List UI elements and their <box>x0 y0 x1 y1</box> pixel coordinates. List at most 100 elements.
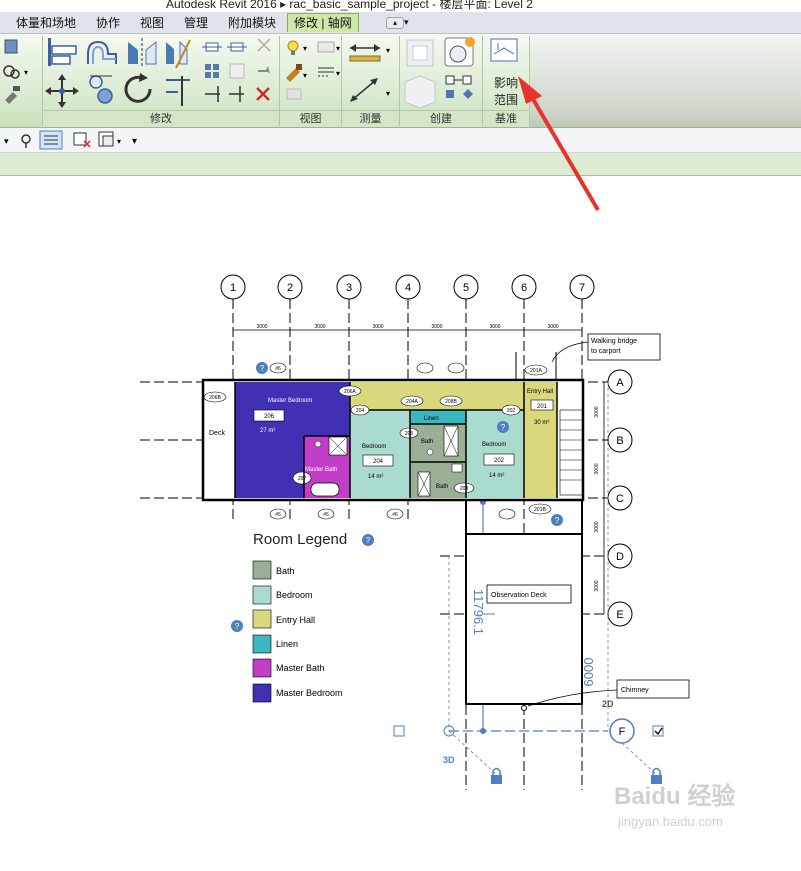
svg-text:?: ? <box>235 622 240 631</box>
customize-toolbar-icon[interactable]: ▾ <box>132 136 137 147</box>
rotate-icon[interactable] <box>124 73 152 103</box>
panel-label-modify: 修改 <box>43 110 279 127</box>
chevron-down-icon[interactable]: ▾ <box>404 13 409 31</box>
move-small-icon[interactable] <box>202 42 222 52</box>
ribbon-tab-bar: 体量和场地 协作 视图 管理 附加模块 修改 | 轴网 ▴ ▾ <box>0 12 801 34</box>
room-tag: 204A <box>406 399 418 405</box>
array-icon[interactable] <box>205 64 219 78</box>
grid-label: 3 <box>346 282 352 294</box>
tab-massing-site[interactable]: 体量和场地 <box>16 14 76 32</box>
mirror-draw-icon[interactable] <box>166 39 191 69</box>
trim-extend-icon[interactable] <box>166 76 190 106</box>
legend-swatch <box>252 658 272 678</box>
floor-plan-view[interactable]: 1 2 3 4 5 6 7 3000 3000 3000 3000 3000 3… <box>0 176 801 866</box>
room-area: 14 m² <box>368 474 383 480</box>
show-bubble-checkbox[interactable] <box>652 725 664 737</box>
question-icon[interactable]: ? <box>551 514 563 526</box>
dimension-text: 3000 <box>314 324 325 330</box>
label-2d[interactable]: 2D <box>602 699 614 709</box>
create-similar-icon[interactable] <box>444 37 475 67</box>
question-icon[interactable]: ? <box>231 620 243 632</box>
properties-icon[interactable]: ▾ <box>3 65 28 79</box>
split-icon[interactable] <box>205 86 220 102</box>
thin-lines-icon[interactable] <box>39 130 63 150</box>
legend-item: Master Bath <box>252 658 325 678</box>
measure-distance-icon[interactable]: ▾ <box>349 44 390 62</box>
room-linen[interactable]: Linen <box>410 410 466 424</box>
legend-title: Room Legend <box>253 531 347 548</box>
callout-walking-bridge[interactable]: Walking bridge to carport <box>551 333 661 363</box>
label-3d[interactable]: 3D <box>443 755 455 765</box>
lock-icon[interactable] <box>448 730 502 784</box>
scope-box-label-line1[interactable]: 影响 <box>494 74 518 91</box>
aligned-dimension-icon[interactable]: ▾ <box>350 78 390 102</box>
room-bedroom-202[interactable]: Bedroom 202 14 m² <box>466 410 524 498</box>
svg-text:▾: ▾ <box>303 44 307 53</box>
grid-label: E <box>616 609 623 621</box>
legend-swatch <box>252 609 272 629</box>
split-gap-icon[interactable] <box>229 86 244 102</box>
legend-swatch <box>252 683 272 703</box>
room-tag: 201A <box>530 368 542 374</box>
select-icon[interactable] <box>4 39 18 54</box>
svg-text:?: ? <box>260 364 265 373</box>
question-icon[interactable]: ? <box>256 362 268 374</box>
scope-box-icon[interactable] <box>490 38 518 62</box>
tab-modify-grid[interactable]: 修改 | 轴网 <box>287 13 359 32</box>
delete-icon[interactable] <box>256 87 270 101</box>
hammer-icon[interactable] <box>5 86 20 104</box>
room-name: Linen <box>424 416 439 422</box>
panel-label-view: 视图 <box>280 110 341 127</box>
callout-text: to carport <box>591 348 621 355</box>
drawing-canvas[interactable]: 1 2 3 4 5 6 7 3000 3000 3000 3000 3000 3… <box>0 176 801 866</box>
pattern-icon[interactable]: ▾ <box>317 41 340 53</box>
question-icon[interactable]: ? <box>362 534 374 546</box>
dimension-text: 3000 <box>489 324 500 330</box>
align-icon[interactable] <box>48 38 77 66</box>
room-tag: 208B <box>445 399 457 405</box>
callout-text: Walking bridge <box>591 338 637 345</box>
mirror-axis-icon[interactable] <box>128 38 157 68</box>
pin-icon[interactable] <box>258 66 270 74</box>
chevron-down-icon[interactable]: ▾ <box>4 136 9 146</box>
parts-icon <box>404 75 436 109</box>
legend-label: Linen <box>276 639 298 649</box>
ribbon-minimize-button[interactable]: ▴ <box>386 17 404 29</box>
copy-icon[interactable] <box>89 75 113 104</box>
svg-text:▾: ▾ <box>132 136 137 147</box>
move-icon[interactable] <box>45 74 79 108</box>
switch-windows-icon[interactable]: ▾ <box>98 131 121 147</box>
close-hidden-icon[interactable] <box>73 132 91 148</box>
grid-label: 1 <box>230 282 236 294</box>
room-name: Master Bedroom <box>268 398 312 404</box>
room-bath-203[interactable]: Bath 203 <box>410 462 475 498</box>
tab-addins[interactable]: 附加模块 <box>228 14 276 32</box>
dimension-text: 3000 <box>256 324 267 330</box>
tab-collaborate[interactable]: 协作 <box>96 14 120 32</box>
copy-small-icon[interactable] <box>227 42 247 52</box>
paint-brush-icon[interactable]: ▾ <box>286 64 307 82</box>
room-bedroom-204[interactable]: Bedroom 204 14 m² <box>350 410 410 498</box>
grid-label: 7 <box>579 282 585 294</box>
section-mark: #6 <box>392 512 398 518</box>
section-mark: #6 <box>275 366 281 372</box>
callout-observation-deck: Observation Deck <box>491 592 547 599</box>
filter-icon[interactable] <box>21 134 31 148</box>
room-number: 203 <box>460 486 469 492</box>
room-name: Deck <box>209 430 225 437</box>
question-icon[interactable]: ? <box>497 421 509 433</box>
assembly-icon[interactable] <box>445 75 473 99</box>
hide-bubble-checkbox[interactable] <box>393 725 405 737</box>
lightbulb-icon[interactable]: ▾ <box>287 40 307 55</box>
stair <box>559 409 583 496</box>
room-name: Entry Hall <box>527 389 553 395</box>
tab-manage[interactable]: 管理 <box>184 14 208 32</box>
room-name: Master Bath <box>305 467 337 473</box>
grid-row-f-selected[interactable]: F <box>443 718 635 744</box>
tab-view[interactable]: 视图 <box>140 14 164 32</box>
scope-box-label-line2[interactable]: 范围 <box>494 91 518 108</box>
room-deck[interactable]: Deck <box>205 418 233 442</box>
legend-item: Master Bedroom <box>252 683 343 703</box>
linework-icon[interactable]: ▾ <box>318 67 340 78</box>
offset-icon[interactable] <box>87 40 117 64</box>
